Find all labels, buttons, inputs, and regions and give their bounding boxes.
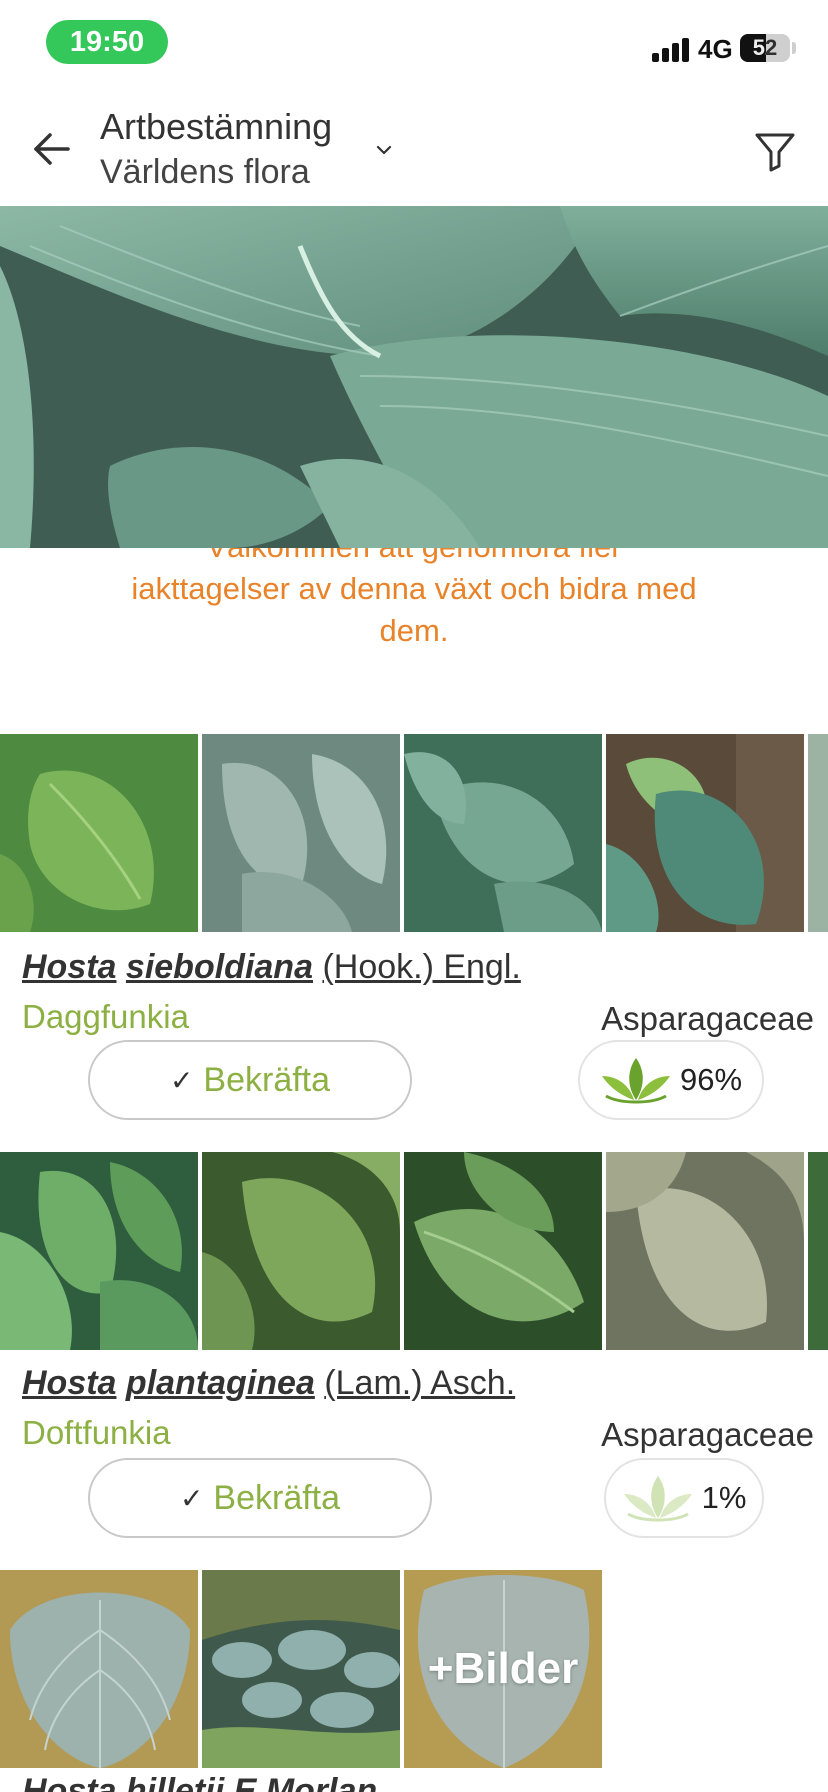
page-subtitle: Världens flora: [100, 153, 310, 191]
result-3-image-strip[interactable]: +Bilder: [0, 1570, 828, 1768]
observation-info-text: Välkommen att genomföra fler iakttagelse…: [40, 548, 788, 648]
network-type: 4G: [698, 34, 733, 64]
more-images-label: +Bilder: [427, 1644, 579, 1693]
info-line-2: iakttagelser av denna växt och bidra med: [131, 571, 697, 606]
check-icon: ✓: [169, 1064, 194, 1096]
hero-plant-image[interactable]: [0, 206, 828, 548]
result-3-scientific-name-partial[interactable]: Hosta hilletii E Morlan: [22, 1772, 377, 1792]
result-1-image-strip[interactable]: [0, 734, 828, 932]
dropdown-button[interactable]: [372, 138, 396, 162]
status-time: 19:50: [46, 20, 168, 64]
result-thumbnail[interactable]: [606, 1152, 804, 1350]
result-thumbnail[interactable]: [0, 734, 198, 932]
back-button[interactable]: [28, 124, 78, 174]
result-1-common-name: Daggfunkia: [22, 998, 189, 1035]
result-2-image-strip[interactable]: [0, 1152, 828, 1350]
result-thumbnail[interactable]: [808, 1152, 828, 1350]
page-title: Artbestämning: [100, 106, 333, 147]
result-thumbnail[interactable]: [404, 734, 602, 932]
leaves-icon: [601, 1058, 670, 1104]
result-thumbnail[interactable]: [404, 1152, 602, 1350]
result-2-common-name: Doftfunkia: [22, 1414, 171, 1451]
leaves-faded-icon: [623, 1476, 692, 1522]
result-1-family: Asparagaceae: [601, 1000, 814, 1037]
title-dropdown[interactable]: Artbestämning Världens flora: [100, 104, 400, 194]
result-2-confirm-button[interactable]: ✓ Bekräfta: [88, 1458, 432, 1538]
battery-percent: 52: [752, 35, 778, 60]
result-thumbnail[interactable]: [606, 734, 804, 932]
signal-icon: [652, 36, 692, 62]
result-1-score-badge[interactable]: 96%: [578, 1040, 764, 1120]
confirm-label: Bekräfta: [213, 1478, 341, 1517]
species: plantaginea: [125, 1364, 315, 1402]
info-line-3: dem.: [379, 613, 449, 648]
battery-icon: 52: [740, 34, 790, 62]
author: (Hook.) Engl.: [322, 948, 521, 986]
check-icon: ✓: [179, 1482, 204, 1514]
genus: Hosta: [22, 1364, 117, 1402]
result-thumbnail[interactable]: [202, 1570, 400, 1768]
result-1-scientific-name[interactable]: Hosta sieboldiana (Hook.) Engl.: [22, 948, 521, 987]
genus: Hosta: [22, 948, 117, 986]
result-1-confirm-button[interactable]: ✓ Bekräfta: [88, 1040, 412, 1120]
more-images-tile[interactable]: +Bilder: [404, 1570, 602, 1768]
author: (Lam.) Asch.: [324, 1364, 516, 1402]
hosta-leaves-illustration: [0, 206, 828, 548]
result-2-scientific-name[interactable]: Hosta plantaginea (Lam.) Asch.: [22, 1364, 515, 1403]
filter-funnel-icon: [755, 133, 795, 172]
result-thumbnail[interactable]: [202, 734, 400, 932]
filter-button[interactable]: [752, 128, 798, 174]
confirm-label: Bekräfta: [203, 1060, 331, 1099]
result-thumbnail[interactable]: [0, 1152, 198, 1350]
species: sieboldiana: [125, 948, 313, 986]
status-bar: 19:50 4G 52: [0, 0, 828, 88]
chevron-down-icon: [376, 145, 392, 155]
app-header: Artbestämning Världens flora: [0, 88, 828, 206]
result-2-family: Asparagaceae: [601, 1416, 814, 1453]
result-thumbnail[interactable]: [0, 1570, 198, 1768]
result-thumbnail[interactable]: [202, 1152, 400, 1350]
battery-tip: [792, 42, 796, 54]
score-value: 1%: [701, 1480, 747, 1515]
score-value: 96%: [679, 1062, 743, 1097]
result-2-score-badge[interactable]: 1%: [604, 1458, 764, 1538]
arrow-left-icon: [34, 133, 70, 165]
result-thumbnail[interactable]: [808, 734, 828, 932]
info-line-partial: Välkommen att genomföra fler: [40, 548, 788, 568]
